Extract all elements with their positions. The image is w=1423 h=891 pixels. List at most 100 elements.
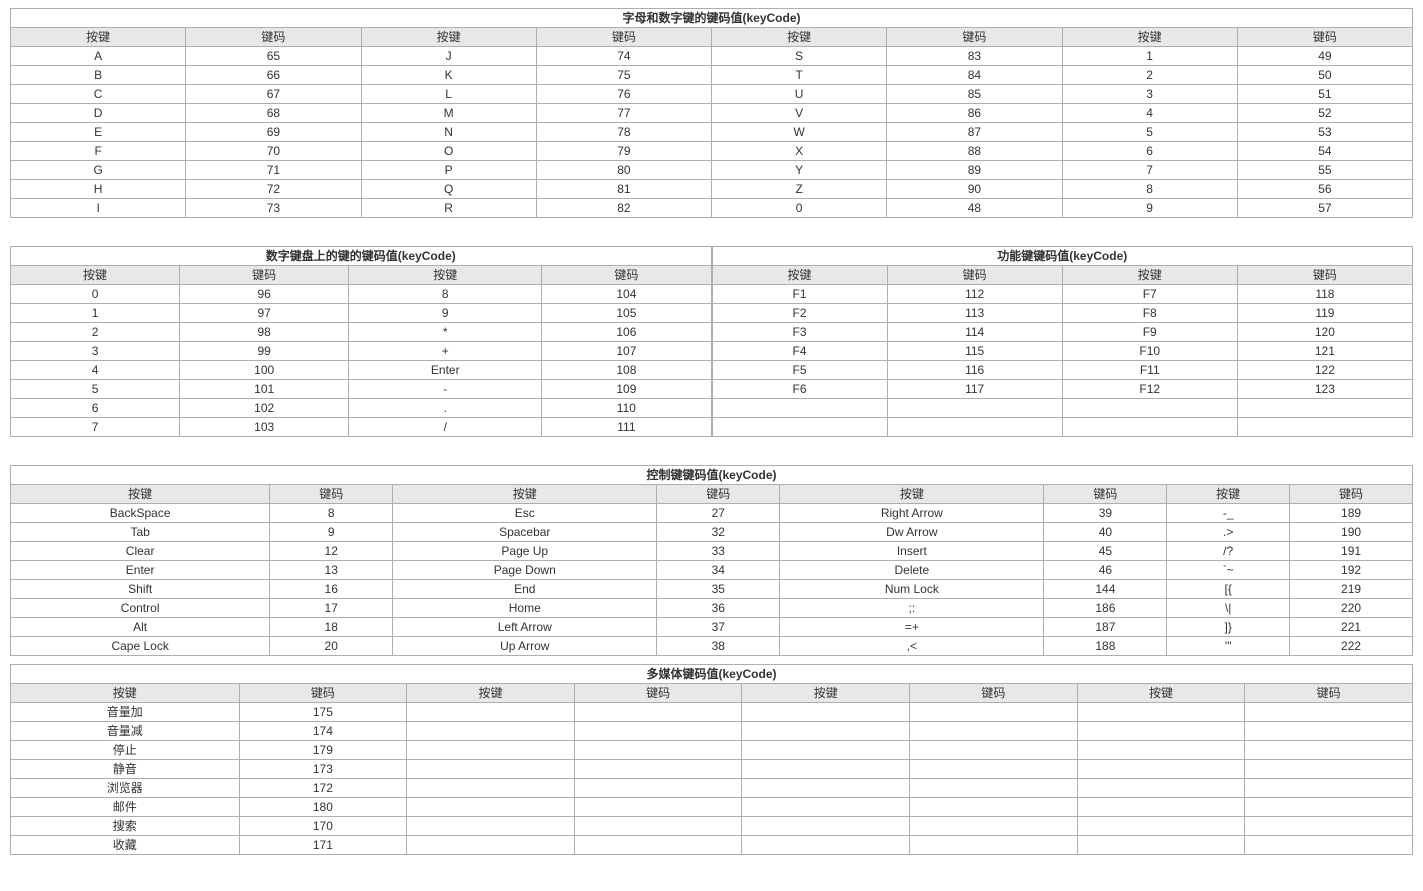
cell-key xyxy=(407,779,575,798)
cell-key: Clear xyxy=(11,542,270,561)
cell-code: 35 xyxy=(657,580,780,599)
table-row: Tab9Spacebar32Dw Arrow40.>190 xyxy=(11,523,1413,542)
table-fn-header: 按键 键码 按键 键码 xyxy=(712,266,1413,285)
col-code: 键码 xyxy=(657,485,780,504)
cell-code: 54 xyxy=(1237,142,1412,161)
cell-key: R xyxy=(361,199,536,218)
cell-code xyxy=(1245,817,1413,836)
cell-code: 70 xyxy=(186,142,361,161)
cell-key: F5 xyxy=(712,361,887,380)
cell-code: 107 xyxy=(542,342,711,361)
table-row: E69N78W87553 xyxy=(11,123,1413,142)
table-numpad: 数字键盘上的键的键码值(keyCode) 按键 键码 按键 键码 0968104… xyxy=(10,246,712,437)
cell-code: 85 xyxy=(887,85,1062,104)
cell-code: 179 xyxy=(239,741,407,760)
col-code: 键码 xyxy=(1245,684,1413,703)
cell-key xyxy=(742,703,910,722)
cell-key: 音量加 xyxy=(11,703,240,722)
cell-code: 103 xyxy=(180,418,349,437)
cell-code: 66 xyxy=(186,66,361,85)
cell-key: 2 xyxy=(1062,66,1237,85)
cell-code: 220 xyxy=(1290,599,1413,618)
table-row: B66K75T84250 xyxy=(11,66,1413,85)
cell-key: [{ xyxy=(1167,580,1290,599)
cell-key: Home xyxy=(393,599,657,618)
cell-key: L xyxy=(361,85,536,104)
cell-code xyxy=(887,418,1062,437)
cell-key: Alt xyxy=(11,618,270,637)
col-code: 键码 xyxy=(239,684,407,703)
table-alpha: 字母和数字键的键码值(keyCode) 按键 键码 按键 键码 按键 键码 按键… xyxy=(10,8,1413,218)
cell-code: 117 xyxy=(887,380,1062,399)
table-row: F3114F9120 xyxy=(712,323,1413,342)
cell-key: BackSpace xyxy=(11,504,270,523)
cell-code: 68 xyxy=(186,104,361,123)
cell-key: 浏览器 xyxy=(11,779,240,798)
table-row: 4100Enter108 xyxy=(11,361,712,380)
cell-key xyxy=(742,722,910,741)
cell-code: 174 xyxy=(239,722,407,741)
cell-key: Spacebar xyxy=(393,523,657,542)
cell-code: 45 xyxy=(1044,542,1167,561)
cell-code: 16 xyxy=(270,580,393,599)
table-fn: 功能键键码值(keyCode) 按键 键码 按键 键码 F1112F7118F2… xyxy=(712,246,1414,437)
table-row: Clear12Page Up33Insert45/?191 xyxy=(11,542,1413,561)
cell-key: ;: xyxy=(780,599,1044,618)
cell-key: I xyxy=(11,199,186,218)
cell-code: 99 xyxy=(180,342,349,361)
table-ctrl-title: 控制键键码值(keyCode) xyxy=(11,466,1413,485)
cell-code: 48 xyxy=(887,199,1062,218)
col-key: 按键 xyxy=(407,684,575,703)
cell-code: 192 xyxy=(1290,561,1413,580)
cell-code xyxy=(1245,779,1413,798)
cell-key: Control xyxy=(11,599,270,618)
cell-code: 67 xyxy=(186,85,361,104)
cell-key: . xyxy=(349,399,542,418)
col-key: 按键 xyxy=(742,684,910,703)
cell-key xyxy=(407,703,575,722)
table-row: 静音173 xyxy=(11,760,1413,779)
cell-key: N xyxy=(361,123,536,142)
cell-code xyxy=(910,722,1078,741)
col-key: 按键 xyxy=(780,485,1044,504)
col-key: 按键 xyxy=(1062,266,1237,285)
cell-key: 9 xyxy=(1062,199,1237,218)
table-row: F4115F10121 xyxy=(712,342,1413,361)
cell-key: T xyxy=(712,66,887,85)
col-code: 键码 xyxy=(180,266,349,285)
table-row: 399+107 xyxy=(11,342,712,361)
cell-key: F2 xyxy=(712,304,887,323)
cell-key: ]} xyxy=(1167,618,1290,637)
table-row: F1112F7118 xyxy=(712,285,1413,304)
cell-key: F12 xyxy=(1062,380,1237,399)
cell-key: 8 xyxy=(349,285,542,304)
table-row: A65J74S83149 xyxy=(11,47,1413,66)
cell-code: 57 xyxy=(1237,199,1412,218)
cell-code: 106 xyxy=(542,323,711,342)
col-key: 按键 xyxy=(1167,485,1290,504)
cell-key: E xyxy=(11,123,186,142)
cell-code: 172 xyxy=(239,779,407,798)
cell-code: 113 xyxy=(887,304,1062,323)
col-key: 按键 xyxy=(349,266,542,285)
cell-key: Cape Lock xyxy=(11,637,270,656)
cell-key xyxy=(742,779,910,798)
cell-key: 7 xyxy=(11,418,180,437)
table-row: 搜索170 xyxy=(11,817,1413,836)
cell-code: 36 xyxy=(657,599,780,618)
cell-code xyxy=(574,722,742,741)
cell-code: 81 xyxy=(536,180,711,199)
cell-code xyxy=(1245,722,1413,741)
cell-key: F3 xyxy=(712,323,887,342)
table-row: 邮件180 xyxy=(11,798,1413,817)
cell-code: 222 xyxy=(1290,637,1413,656)
cell-key xyxy=(407,722,575,741)
table-row: 5101-109 xyxy=(11,380,712,399)
cell-code xyxy=(910,741,1078,760)
cell-key: Q xyxy=(361,180,536,199)
cell-key: 4 xyxy=(11,361,180,380)
cell-code: 46 xyxy=(1044,561,1167,580)
cell-code: 115 xyxy=(887,342,1062,361)
cell-key: J xyxy=(361,47,536,66)
cell-code: 100 xyxy=(180,361,349,380)
